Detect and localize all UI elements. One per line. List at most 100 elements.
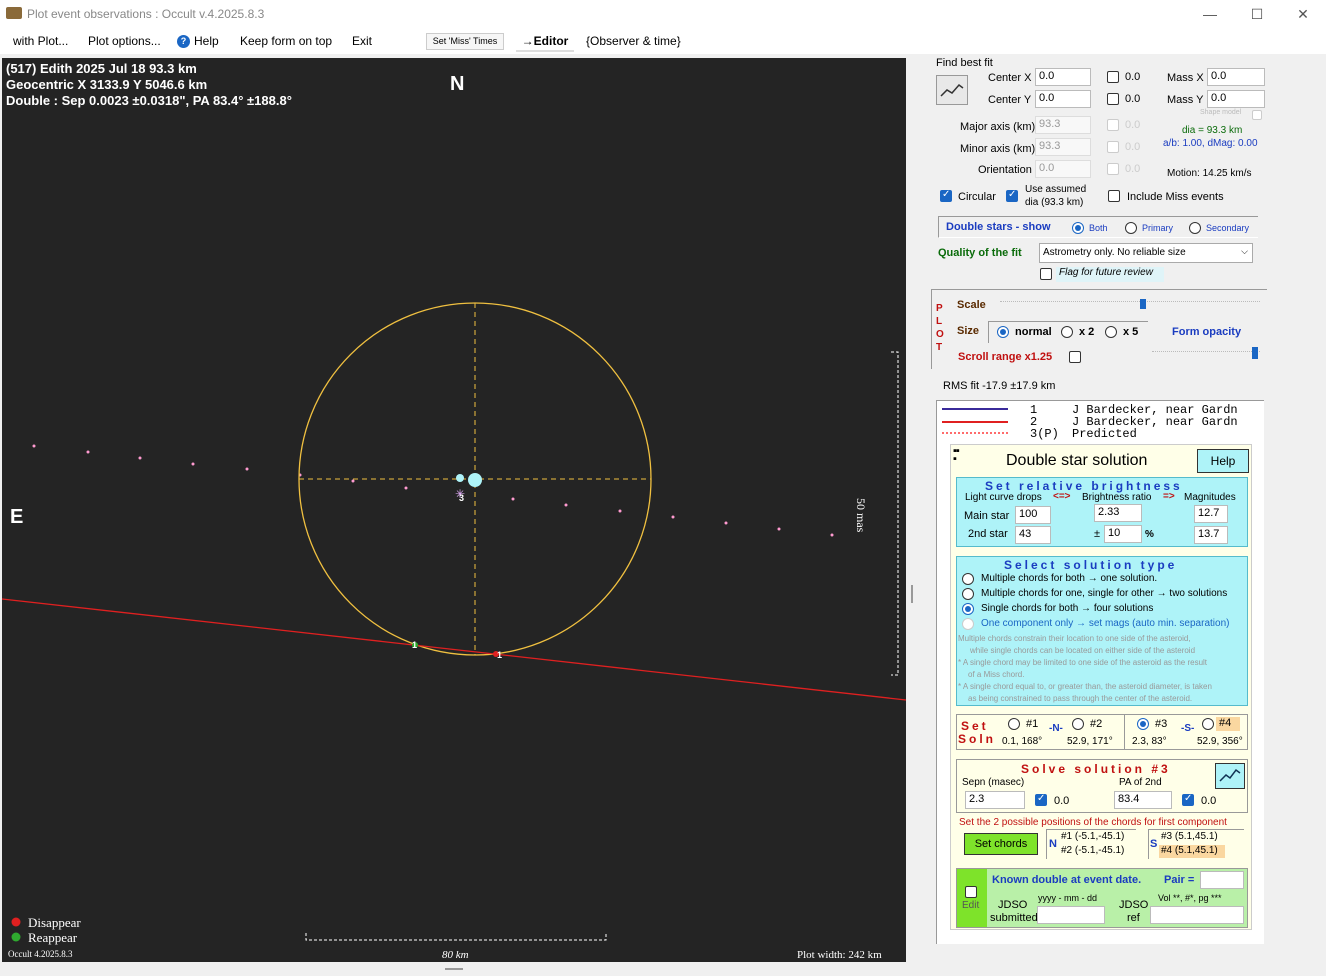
diameter-readout: dia = 93.3 km bbox=[1182, 125, 1243, 136]
include-miss-checkbox[interactable] bbox=[1108, 190, 1120, 202]
soln-2-value: 52.9, 171° bbox=[1067, 736, 1113, 747]
menu-plot-options[interactable]: Plot options... bbox=[88, 34, 161, 48]
show-both-radio[interactable] bbox=[1072, 222, 1084, 234]
set-chords-button[interactable]: Set chords bbox=[964, 833, 1038, 855]
size-x5-radio[interactable] bbox=[1105, 326, 1117, 338]
menu-observer-time[interactable]: {Observer & time} bbox=[586, 34, 681, 48]
scale-slider-thumb[interactable] bbox=[1139, 299, 1146, 309]
close-button[interactable]: ✕ bbox=[1293, 4, 1313, 24]
plot-letter-t: T bbox=[936, 342, 943, 353]
edit-checkbox[interactable] bbox=[965, 886, 977, 898]
minor-axis-checkbox[interactable] bbox=[1107, 141, 1119, 153]
major-axis-input[interactable]: 93.3 bbox=[1035, 116, 1091, 134]
solution-type-radio-1[interactable] bbox=[962, 573, 974, 585]
center-y-input[interactable]: 0.0 bbox=[1035, 90, 1091, 108]
center-x-fit-checkbox[interactable] bbox=[1107, 71, 1119, 83]
minor-axis-label: Minor axis (km) bbox=[960, 143, 1036, 155]
center-x-label: Center X bbox=[988, 72, 1032, 84]
plot-canvas[interactable]: ✳ (517) Edith 2025 Jul 18 93.3 km Geocen… bbox=[2, 58, 906, 962]
quality-value: Astrometry only. No reliable size bbox=[1043, 247, 1186, 258]
solution-type-label-1: Multiple chords for both → one solution. bbox=[981, 573, 1158, 584]
shape-model-checkbox[interactable] bbox=[1252, 110, 1262, 120]
jdso-ref-label-1: JDSO bbox=[1119, 899, 1149, 911]
jdso-ref-input[interactable] bbox=[1150, 906, 1244, 924]
orientation-input[interactable]: 0.0 bbox=[1035, 160, 1091, 178]
ratio-input[interactable]: 2.33 bbox=[1094, 504, 1142, 522]
soln-1-radio[interactable] bbox=[1008, 718, 1020, 730]
second-mag-input[interactable]: 13.7 bbox=[1194, 526, 1228, 544]
center-y-label: Center Y bbox=[988, 94, 1032, 106]
note-line-3: * A single chord may be limited to one s… bbox=[958, 658, 1208, 667]
sepn-fit-value: 0.0 bbox=[1054, 795, 1070, 807]
editor-button[interactable]: →Editor bbox=[516, 31, 574, 52]
show-primary-radio[interactable] bbox=[1125, 222, 1137, 234]
set-miss-times-button[interactable]: Set 'Miss' Times bbox=[426, 33, 504, 50]
use-assumed-checkbox[interactable] bbox=[1006, 189, 1018, 202]
circular-checkbox[interactable] bbox=[940, 189, 952, 202]
soln-3-label: #3 bbox=[1155, 718, 1168, 730]
path-dot bbox=[618, 509, 622, 513]
ratio-label: Brightness ratio bbox=[1082, 492, 1152, 503]
ratio-pct-input[interactable]: 10 bbox=[1104, 525, 1142, 543]
pa-input[interactable]: 83.4 bbox=[1114, 791, 1172, 809]
fit-chart-icon-2 bbox=[1219, 768, 1241, 782]
grid-icon[interactable]: ▪▪ ▪ bbox=[953, 446, 969, 465]
scroll-range-checkbox[interactable] bbox=[1069, 351, 1081, 363]
path-dot bbox=[564, 503, 568, 507]
include-miss-label: Include Miss events bbox=[1127, 191, 1224, 203]
quality-label: Quality of the fit bbox=[938, 247, 1022, 259]
solution-type-radio-2[interactable] bbox=[962, 588, 974, 600]
second-drop-input[interactable]: 43 bbox=[1015, 526, 1051, 544]
menu-keep-on-top[interactable]: Keep form on top bbox=[240, 34, 332, 48]
scale-slider[interactable] bbox=[1000, 299, 1260, 309]
solution-type-radio-3[interactable] bbox=[962, 603, 974, 615]
size-x2-radio[interactable] bbox=[1061, 326, 1073, 338]
minor-axis-input[interactable]: 93.3 bbox=[1035, 138, 1091, 156]
main-mag-input[interactable]: 12.7 bbox=[1194, 505, 1228, 523]
chord-pos-1: #1 (-5.1,-45.1) bbox=[1061, 831, 1125, 842]
center-y-fit-checkbox[interactable] bbox=[1107, 93, 1119, 105]
motion-readout: Motion: 14.25 km/s bbox=[1167, 168, 1252, 179]
solve-button[interactable] bbox=[1215, 763, 1245, 789]
chevron-down-icon: ⌵ bbox=[1241, 246, 1248, 256]
edit-strip bbox=[957, 869, 987, 927]
solution-type-radio-4[interactable] bbox=[962, 618, 974, 630]
major-axis-checkbox[interactable] bbox=[1107, 119, 1119, 131]
ds-help-button[interactable]: Help bbox=[1197, 449, 1249, 473]
opacity-slider[interactable] bbox=[1152, 347, 1260, 359]
mass-y-input[interactable]: 0.0 bbox=[1207, 90, 1265, 108]
quality-select[interactable]: Astrometry only. No reliable size ⌵ bbox=[1039, 243, 1253, 263]
plot-width-label: Plot width: 242 km bbox=[797, 949, 882, 961]
second-star-label: 2nd star bbox=[968, 528, 1008, 540]
minimize-button[interactable]: — bbox=[1200, 4, 1220, 24]
soln-3-radio[interactable] bbox=[1137, 718, 1149, 730]
jdso-date-input[interactable] bbox=[1037, 906, 1105, 924]
soln-4-radio[interactable] bbox=[1202, 718, 1214, 730]
main-drop-input[interactable]: 100 bbox=[1015, 506, 1051, 524]
menu-help[interactable]: Help bbox=[194, 34, 219, 48]
sepn-input[interactable]: 2.3 bbox=[965, 791, 1025, 809]
splitter-handle[interactable] bbox=[911, 585, 913, 603]
menu-with-plot[interactable]: with Plot... bbox=[13, 34, 68, 48]
major-axis-cb-value: 0.0 bbox=[1125, 119, 1141, 131]
second-star-marker bbox=[456, 474, 464, 482]
show-secondary-radio[interactable] bbox=[1189, 222, 1201, 234]
soln-2-radio[interactable] bbox=[1072, 718, 1084, 730]
opacity-slider-thumb[interactable] bbox=[1251, 347, 1258, 359]
pair-input[interactable] bbox=[1200, 871, 1244, 889]
center-x-input[interactable]: 0.0 bbox=[1035, 68, 1091, 86]
menu-exit[interactable]: Exit bbox=[352, 34, 372, 48]
best-fit-button[interactable] bbox=[936, 75, 968, 105]
pct-label: % bbox=[1145, 529, 1154, 540]
mass-x-input[interactable]: 0.0 bbox=[1207, 68, 1265, 86]
size-normal-radio[interactable] bbox=[997, 326, 1009, 338]
path-dot bbox=[777, 527, 781, 531]
sepn-fit-checkbox[interactable] bbox=[1035, 793, 1047, 806]
orientation-checkbox[interactable] bbox=[1107, 163, 1119, 175]
pa-fit-checkbox[interactable] bbox=[1182, 793, 1194, 806]
resize-handle[interactable] bbox=[445, 968, 463, 970]
flag-review-checkbox[interactable] bbox=[1040, 268, 1052, 280]
observer-3-num: 3(P) bbox=[1030, 427, 1059, 441]
maximize-button[interactable]: ☐ bbox=[1247, 4, 1267, 24]
shape-model-label: Shape model bbox=[1200, 109, 1242, 116]
